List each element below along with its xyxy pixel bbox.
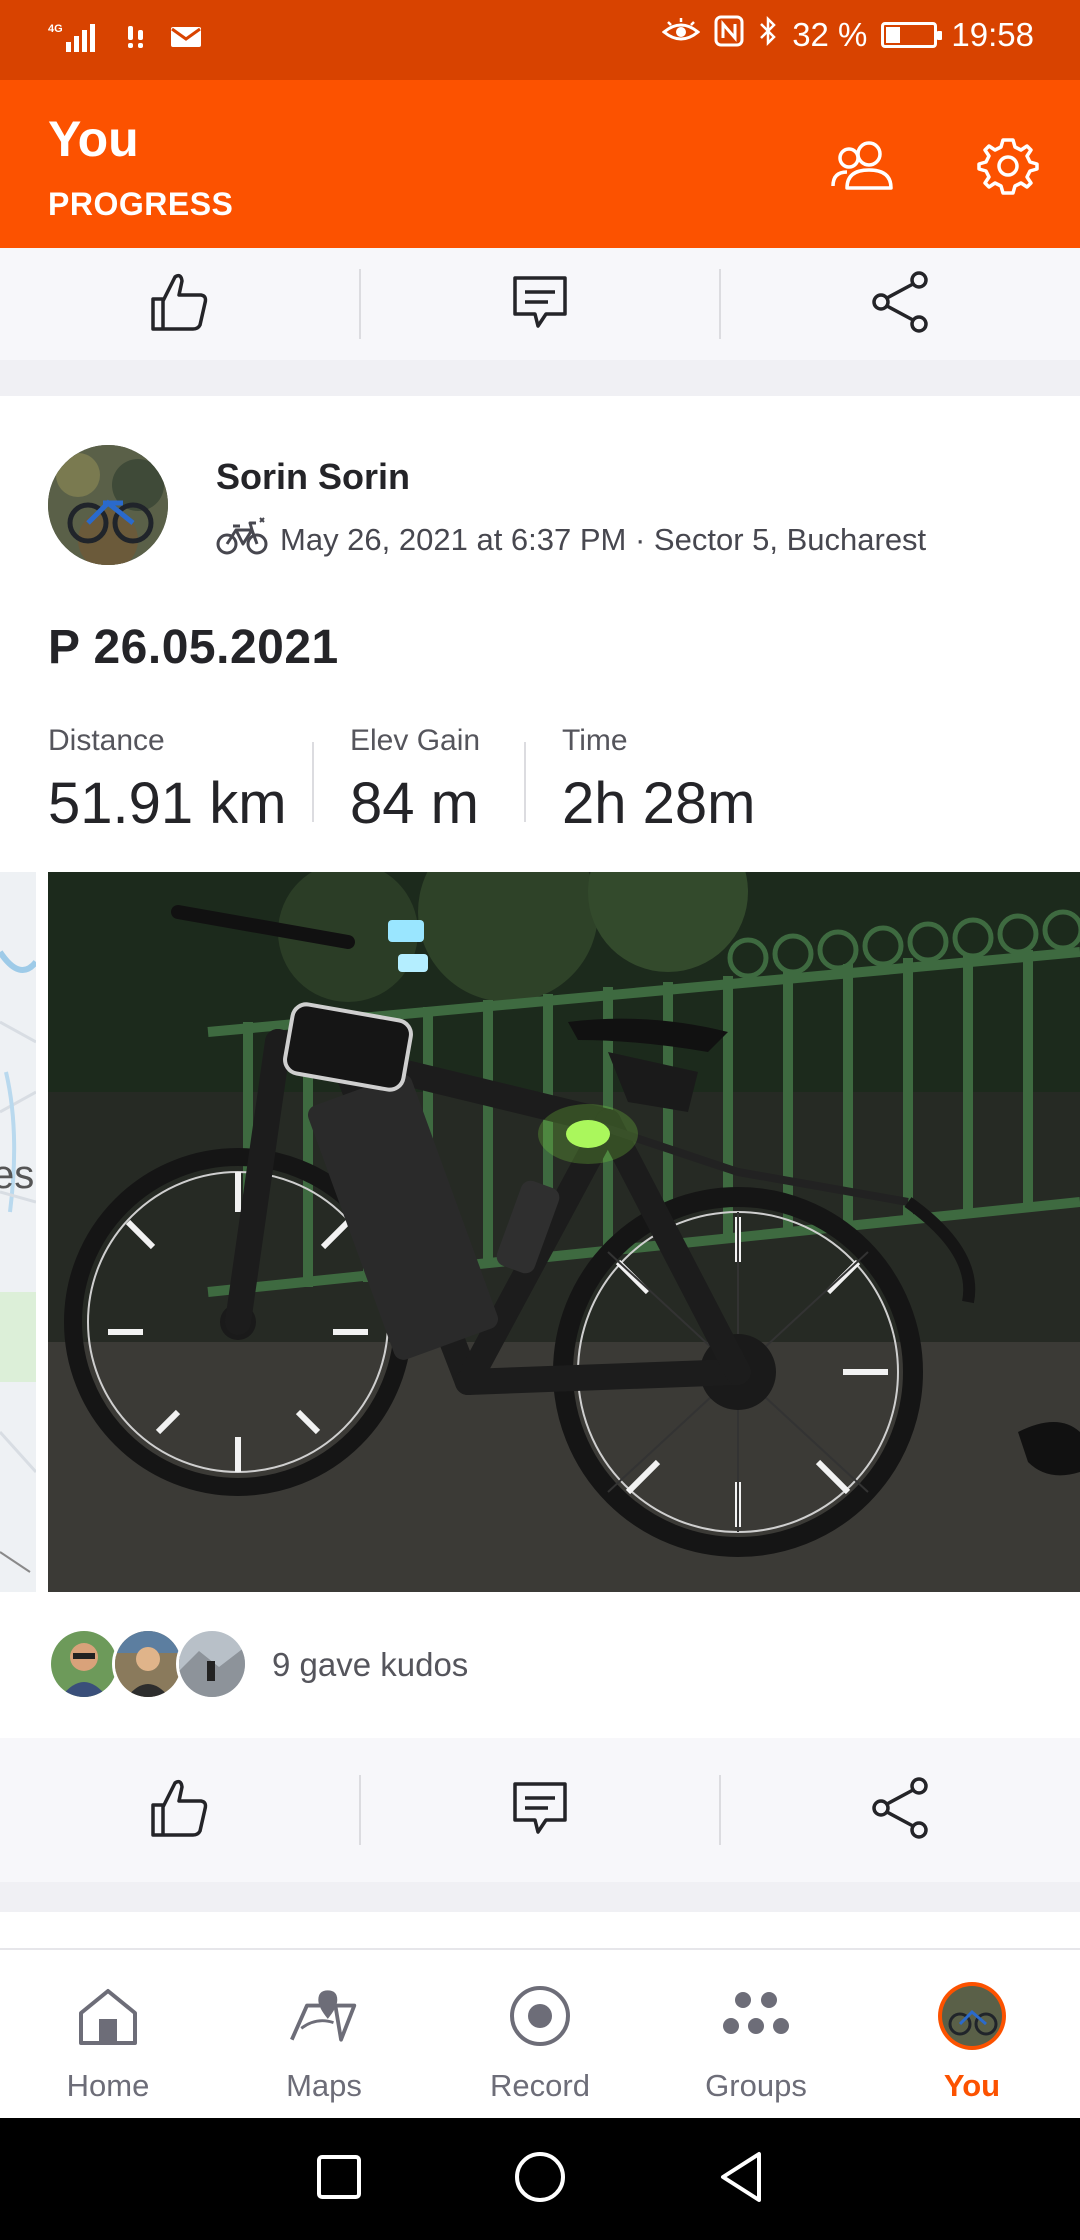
kudos-button[interactable] [0, 1738, 359, 1882]
tab-label: Groups [705, 2068, 807, 2103]
people-icon [829, 138, 899, 199]
activity-meta: May 26, 2021 at 6:37 PM · Sector 5, Buch… [216, 516, 926, 564]
svg-text:es: es [0, 1153, 34, 1197]
tab-record[interactable]: Record [432, 1950, 648, 2118]
tab-label: Record [490, 2068, 590, 2103]
athlete-name[interactable]: Sorin Sorin [216, 456, 410, 498]
status-right: 32 % 19:58 [661, 14, 1034, 56]
mail-icon [170, 24, 202, 55]
notification-icon [126, 22, 148, 57]
groups-icon [720, 1980, 792, 2052]
divider [0, 360, 1080, 396]
map-preview[interactable]: es [0, 872, 36, 1592]
status-bar: 4G 32 % 19:58 [0, 0, 1080, 80]
activity-photo[interactable] [48, 872, 1080, 1592]
thumbs-up-icon [147, 269, 211, 340]
stat-divider [312, 742, 314, 822]
share-icon [869, 270, 933, 339]
share-button[interactable] [721, 248, 1080, 360]
tab-home[interactable]: Home [0, 1950, 216, 2118]
tab-label: You [943, 2068, 1001, 2103]
stat-label: Elev Gain [350, 724, 481, 757]
share-icon [869, 1776, 933, 1845]
tab-label: Maps [286, 2068, 362, 2103]
battery-icon [881, 22, 943, 48]
thumbs-up-icon [147, 1775, 211, 1846]
comment-button[interactable] [361, 248, 720, 360]
previous-post-actions [0, 248, 1080, 360]
kudos-button[interactable] [0, 248, 359, 360]
page-title: You [48, 111, 139, 167]
athlete-avatar[interactable] [48, 445, 168, 565]
stat-elev-gain: Elev Gain 84 m [350, 724, 480, 837]
profile-avatar [936, 1980, 1008, 2052]
status-left: 4G [48, 20, 202, 59]
app-header: You PROGRESS [0, 80, 1080, 248]
settings-button[interactable] [970, 130, 1046, 206]
system-nav-bar [0, 2118, 1080, 2240]
gear-icon [976, 134, 1040, 203]
clock: 19:58 [951, 16, 1034, 53]
tab-you[interactable]: You [864, 1950, 1080, 2118]
bluetooth-icon [758, 14, 778, 56]
stat-value: 51.91 km [48, 771, 287, 836]
kudos-avatar[interactable] [112, 1628, 184, 1700]
kudos-count[interactable]: 9 gave kudos [272, 1646, 468, 1684]
stat-divider [524, 742, 526, 822]
find-friends-button[interactable] [826, 130, 902, 206]
home-circle-icon[interactable] [513, 2150, 567, 2209]
comment-button[interactable] [361, 1738, 720, 1882]
kudos-avatar[interactable] [176, 1628, 248, 1700]
nfc-icon [714, 15, 744, 55]
post-actions [0, 1738, 1080, 1882]
share-button[interactable] [721, 1738, 1080, 1882]
divider [0, 1882, 1080, 1912]
tab-label: Home [66, 2068, 150, 2103]
home-icon [72, 1980, 144, 2052]
tab-groups[interactable]: Groups [648, 1950, 864, 2118]
battery-percent: 32 % [792, 16, 868, 53]
bike-icon [216, 516, 268, 564]
stat-time: Time 2h 28m [562, 724, 755, 837]
recents-icon[interactable] [315, 2153, 363, 2206]
record-icon [504, 1980, 576, 2052]
comment-icon [510, 1778, 570, 1843]
bottom-tab-bar: Home Maps Record Groups You [0, 1948, 1080, 2118]
svg-text:4G: 4G [48, 23, 63, 35]
stat-distance: Distance 51.91 km [48, 724, 287, 837]
maps-icon [288, 1980, 360, 2052]
eye-comfort-icon [661, 16, 701, 54]
kudos-avatar[interactable] [48, 1628, 120, 1700]
activity-title[interactable]: P 26.05.2021 [48, 620, 339, 675]
signal-icon: 4G [48, 20, 104, 59]
stat-label: Time [562, 724, 628, 757]
stat-label: Distance [48, 724, 165, 757]
tab-maps[interactable]: Maps [216, 1950, 432, 2118]
activity-date-location: May 26, 2021 at 6:37 PM · Sector 5, Buch… [280, 522, 927, 557]
page-subtitle: PROGRESS [48, 186, 234, 222]
stat-value: 84 m [350, 771, 479, 836]
comment-icon [510, 272, 570, 337]
back-icon[interactable] [717, 2150, 765, 2209]
stat-value: 2h 28m [562, 771, 756, 836]
